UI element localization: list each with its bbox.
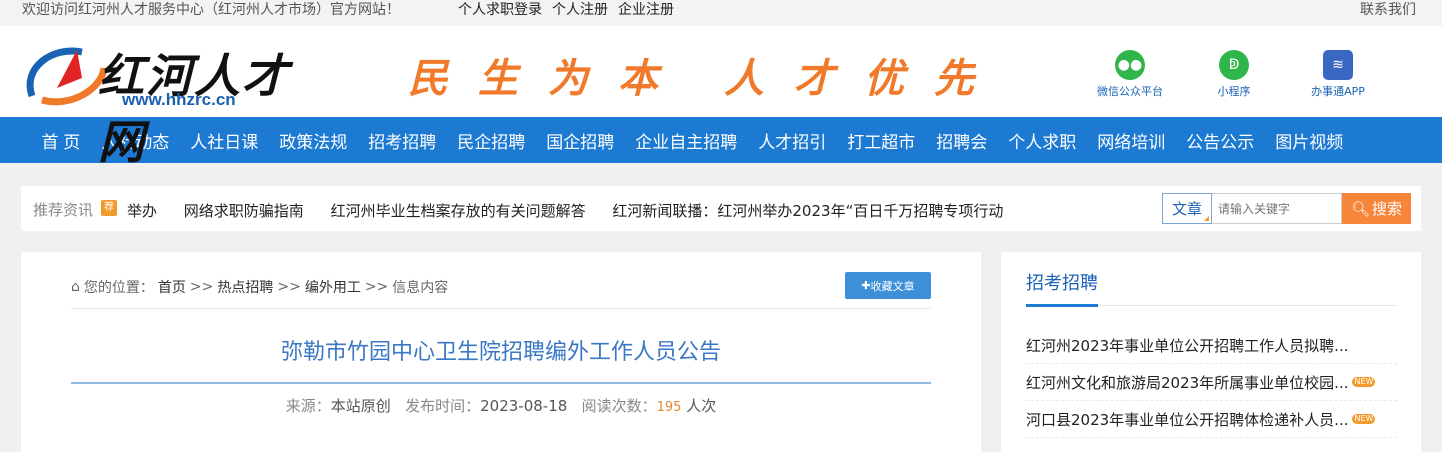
favorite-button[interactable]: ✚ 收藏文章 [845,272,931,299]
crumb-current: 信息内容 [392,280,449,296]
nav-talent-attract[interactable]: 人才招引 [748,128,837,153]
mini-program-icon: ↁ [1219,50,1249,80]
news-item[interactable]: 红河新闻联播：红河州举办2023年“百日千万招聘专项行动 [612,202,1003,220]
nav-notices[interactable]: 公告公示 [1176,128,1265,153]
wechat-icon: ●● [1115,50,1145,80]
news-ticker: 举办 网络求职防骗指南 红河州毕业生档案存放的有关问题解答 红河新闻联播：红河州… [127,200,1031,221]
app-label: 办事通APP [1311,85,1365,98]
slogan-char: 生 [478,55,518,102]
recommend-badge: 荐 [101,200,117,216]
personal-login-link[interactable]: 个人求职登录 [458,0,542,20]
app-label: 微信公众平台 [1097,85,1163,98]
sidebar-heading[interactable]: 招考招聘 [1026,269,1098,295]
crumb-home[interactable]: 首页 [158,277,186,297]
new-badge: NEW [1352,414,1376,424]
app-label: 小程序 [1217,85,1251,98]
breadcrumb: ⌂ 您的位置： 首页 >> 热点招聘 >> 编外用工 >> 信息内容 [71,277,449,297]
nav-job-market[interactable]: 打工超市 [837,128,926,153]
site-logo[interactable]: 红河人才网 www.hhzrc.cn [22,34,312,169]
sidebar-list: 红河州2023年事业单位公开招聘工作人员拟聘... 红河州文化和旅游局2023年… [1026,327,1397,438]
sidebar-panel: 招考招聘 红河州2023年事业单位公开招聘工作人员拟聘... 红河州文化和旅游局… [1001,252,1421,452]
wechat-link[interactable]: ●● 微信公众平台 [1090,50,1170,99]
search-button[interactable]: 🔍︎ 搜索 [1342,193,1411,224]
nav-home[interactable]: 首 页 [31,128,91,153]
divider [71,308,931,309]
news-item[interactable]: 红河州毕业生档案存放的有关问题解答 [331,202,586,220]
slogan-char: 先 [934,55,974,102]
list-item[interactable]: 河口县2023年事业单位公开招聘体检递补人员... NEW [1026,401,1397,438]
crumb-hot[interactable]: 热点招聘 [217,277,273,297]
top-links: 个人求职登录 个人注册 企业注册 [458,0,674,20]
list-item[interactable]: 红河州2023年事业单位公开招聘工作人员拟聘... [1026,327,1397,364]
slogan-char: 为 [548,55,588,102]
slogan-char: 才 [794,55,834,102]
nav-job-fair[interactable]: 招聘会 [926,128,998,153]
nav-exam-recruit[interactable]: 招考招聘 [358,128,447,153]
nav-private-recruit[interactable]: 民企招聘 [447,128,536,153]
publish-time: 2023-08-18 [480,397,568,415]
home-icon: ⌂ [71,279,80,295]
list-item[interactable]: 红河州文化和旅游局2023年所属事业单位校园... NEW [1026,364,1397,401]
search-input[interactable] [1212,193,1342,224]
news-label: 推荐资讯 [33,201,94,219]
slogan-char: 民 [408,55,448,102]
plus-icon: ✚ [861,279,871,292]
news-item[interactable]: 举办 [127,202,157,220]
slogan-char: 人 [724,55,764,102]
slogan: 民 生 为 本 人 才 优 先 [408,46,1004,104]
article-panel: ⌂ 您的位置： 首页 >> 热点招聘 >> 编外用工 >> 信息内容 ✚ 收藏文… [21,252,981,452]
nav-state-recruit[interactable]: 国企招聘 [536,128,625,153]
title-divider [71,382,931,384]
article-title: 弥勒市竹园中心卫生院招聘编外工作人员公告 [280,339,721,364]
search-icon: 🔍︎ [1350,199,1371,218]
site-header: 红河人才网 www.hhzrc.cn 民 生 为 本 人 才 优 先 ●● 微信… [0,26,1442,169]
slogan-char: 优 [864,55,904,102]
logo-url: www.hhzrc.cn [122,90,236,109]
company-register-link[interactable]: 企业注册 [618,0,674,20]
slogan-char: 本 [618,55,658,102]
contact-link[interactable]: 联系我们 [1360,0,1416,20]
app-links: ●● 微信公众平台 ↁ 小程序 ≋ 办事通APP [1090,50,1378,99]
nav-company-recruit[interactable]: 企业自主招聘 [625,128,748,153]
nav-training[interactable]: 网络培训 [1087,128,1176,153]
nav-media[interactable]: 图片视频 [1265,128,1354,153]
search-type-select[interactable]: 文章 [1162,193,1212,224]
app-icon: ≋ [1323,50,1353,80]
view-count: 195 [656,400,682,415]
article-meta: 来源：本站原创 发布时间：2023-08-18 阅读次数：195 人次 [285,397,717,415]
mini-program-link[interactable]: ↁ 小程序 [1194,50,1274,99]
news-item[interactable]: 网络求职防骗指南 [184,202,304,220]
crumb-outsourced[interactable]: 编外用工 [305,277,361,297]
personal-register-link[interactable]: 个人注册 [552,0,608,20]
app-download-link[interactable]: ≋ 办事通APP [1298,50,1378,99]
news-bar: 推荐资讯 荐 举办 网络求职防骗指南 红河州毕业生档案存放的有关问题解答 红河新… [21,186,1421,231]
new-badge: NEW [1352,377,1376,387]
top-bar: 欢迎访问红河州人才服务中心（红河州人才市场）官方网站！ 个人求职登录 个人注册 … [0,0,1442,26]
welcome-text: 欢迎访问红河州人才服务中心（红河州人才市场）官方网站！ [22,2,400,18]
nav-job-seeking[interactable]: 个人求职 [998,128,1087,153]
source: 本站原创 [330,397,391,415]
search-box: 文章 🔍︎ 搜索 [1162,193,1411,224]
